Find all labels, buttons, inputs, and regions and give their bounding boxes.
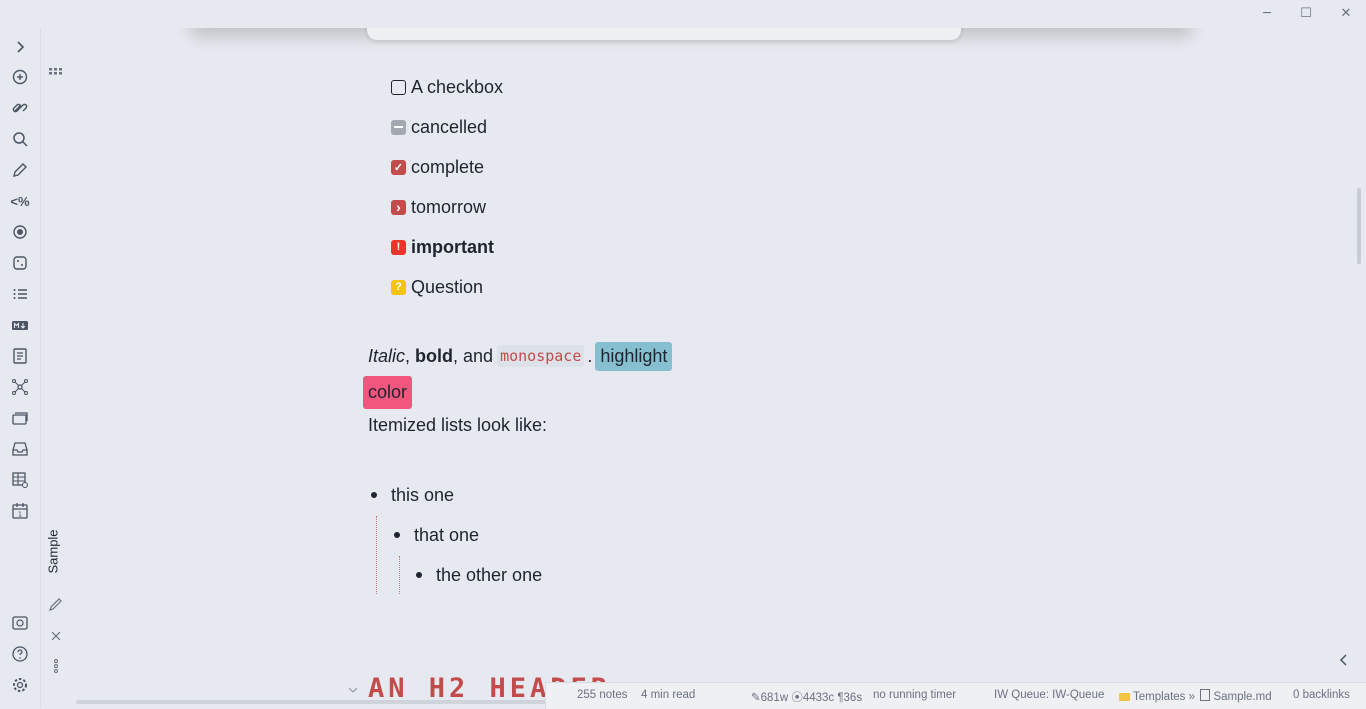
breadcrumb-separator: » xyxy=(1188,691,1196,703)
task-label: important xyxy=(411,236,494,257)
task-label: cancelled xyxy=(411,116,488,137)
color-line: color xyxy=(363,375,413,409)
callout-block-end xyxy=(367,28,961,40)
separator: , xyxy=(405,345,411,366)
word-stats: ✎681w ⦿4433c ¶36s xyxy=(751,692,863,704)
indent-guide xyxy=(399,556,400,594)
monospace-text: monospace xyxy=(497,345,585,367)
formatting-line: Italic , bold , and monospace . highligh… xyxy=(368,341,673,371)
list-item-label: the other one xyxy=(436,564,543,585)
maximize-button[interactable]: ☐ xyxy=(1296,4,1316,24)
checkbox-cancelled[interactable] xyxy=(391,119,406,135)
task-important: ! important xyxy=(391,236,494,258)
tab-sample[interactable]: Sample xyxy=(45,526,65,578)
task-open: A checkbox xyxy=(391,76,503,98)
word-stats-text: 681w ⦿4433c ¶36s xyxy=(760,692,863,704)
backlinks-count[interactable]: 0 backlinks xyxy=(1293,689,1350,701)
list-item-label: that one xyxy=(414,524,480,545)
horizontal-scrollbar[interactable] xyxy=(76,700,546,704)
record-icon[interactable] xyxy=(8,221,32,243)
folder-icon xyxy=(1119,693,1130,701)
iw-queue[interactable]: IW Queue: IW-Queue xyxy=(994,689,1104,701)
pencil-icon[interactable] xyxy=(8,159,32,181)
tab-sample-label: Sample xyxy=(45,529,61,574)
inbox-icon[interactable] xyxy=(8,438,32,460)
vertical-scrollbar[interactable] xyxy=(1357,188,1361,264)
list-item: this one xyxy=(371,484,454,506)
status-bar: 255 notes 4 min read ✎681w ⦿4433c ¶36s n… xyxy=(545,682,1366,709)
slides-icon[interactable] xyxy=(8,407,32,429)
timer-status[interactable]: no running timer xyxy=(873,689,956,701)
dice-icon[interactable] xyxy=(8,252,32,274)
more-options-icon[interactable] xyxy=(52,658,60,674)
templater-icon[interactable]: <% xyxy=(8,190,32,212)
task-label: complete xyxy=(411,156,485,177)
breadcrumb-file[interactable]: Sample.md xyxy=(1213,691,1271,703)
settings-icon[interactable] xyxy=(8,674,32,696)
indent-guide xyxy=(376,516,377,594)
calendar-day: 1 xyxy=(18,511,22,519)
breadcrumb-folder[interactable]: Templates xyxy=(1133,691,1185,703)
close-window-button[interactable]: ✕ xyxy=(1336,4,1356,24)
italic-text: Italic xyxy=(368,345,406,366)
checkbox-open[interactable] xyxy=(391,79,406,95)
list-item-label: this one xyxy=(391,484,455,505)
bullet-dot xyxy=(371,492,377,498)
note-count: 255 notes xyxy=(577,689,628,701)
bold-text: bold xyxy=(415,345,454,366)
separator: , and xyxy=(453,345,494,366)
search-icon[interactable] xyxy=(8,128,32,150)
grid-icon[interactable] xyxy=(49,64,63,75)
list-item: that one xyxy=(394,524,479,546)
editor-pane: A checkbox cancelled ✓ complete › tomorr… xyxy=(71,28,1366,708)
task-label: Question xyxy=(411,276,484,297)
checkbox-important[interactable]: ! xyxy=(391,239,406,255)
new-note-icon[interactable] xyxy=(8,66,32,88)
side-panel: Sample xyxy=(41,28,71,708)
color-text: color xyxy=(363,375,413,409)
markdown-icon[interactable] xyxy=(8,314,32,336)
close-tab-icon[interactable] xyxy=(50,629,62,641)
task-label: tomorrow xyxy=(411,196,487,217)
checkbox-question[interactable]: ? xyxy=(391,279,406,295)
checkbox-complete[interactable]: ✓ xyxy=(391,159,406,175)
bullet-dot xyxy=(416,572,422,578)
highlight-text: highlight xyxy=(595,341,673,371)
edit-icon[interactable] xyxy=(48,596,64,612)
task-tomorrow: › tomorrow xyxy=(391,196,486,218)
table-icon[interactable] xyxy=(8,469,32,491)
list-icon[interactable] xyxy=(8,283,32,305)
help-icon[interactable] xyxy=(8,643,32,665)
itemized-intro: Itemized lists look like: xyxy=(368,414,548,435)
title-bar: ─ ☐ ✕ xyxy=(0,0,1366,28)
task-cancelled: cancelled xyxy=(391,116,487,138)
list-item: the other one xyxy=(416,564,542,586)
fold-chevron-icon[interactable] xyxy=(347,683,359,695)
bullet-dot xyxy=(394,532,400,538)
minimize-button[interactable]: ─ xyxy=(1257,4,1277,24)
chevron-right-icon[interactable] xyxy=(8,36,32,58)
breadcrumb: Templates » Sample.md xyxy=(1119,689,1272,703)
outline-icon[interactable] xyxy=(8,345,32,367)
graph-icon[interactable] xyxy=(8,376,32,398)
expand-right-sidebar-icon[interactable] xyxy=(1338,653,1350,667)
calendar-icon[interactable]: 1 xyxy=(8,500,32,522)
task-question: ? Question xyxy=(391,276,483,298)
checkbox-tomorrow[interactable]: › xyxy=(391,199,406,215)
task-label: A checkbox xyxy=(411,76,504,97)
left-ribbon: <% 1 xyxy=(0,28,41,708)
task-complete: ✓ complete xyxy=(391,156,484,178)
period: . xyxy=(587,345,593,366)
link-icon[interactable] xyxy=(8,97,32,119)
vault-icon[interactable] xyxy=(8,612,32,634)
file-icon xyxy=(1200,689,1211,701)
read-time: 4 min read xyxy=(641,689,696,701)
